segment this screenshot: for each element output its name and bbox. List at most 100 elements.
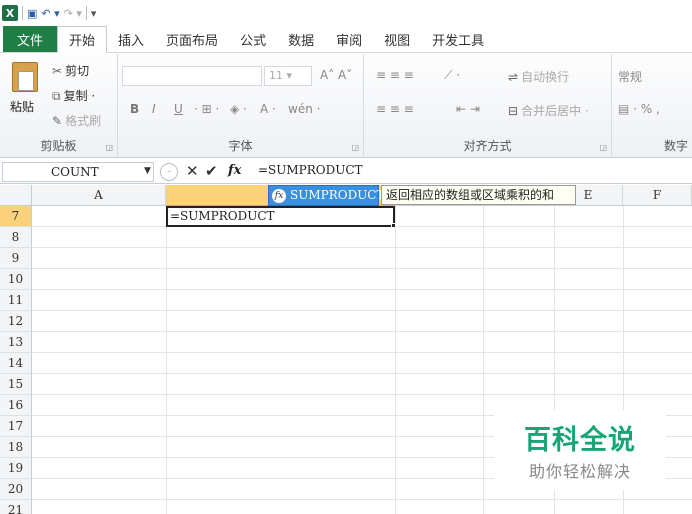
row-header[interactable]: 10 xyxy=(0,269,32,290)
tab-view[interactable]: 视图 xyxy=(373,26,421,52)
number-format-icons[interactable]: ▤ · % , xyxy=(618,102,660,116)
select-all-corner[interactable] xyxy=(0,185,32,206)
bold-button[interactable]: B xyxy=(130,102,139,116)
format-painter-button[interactable]: ✎ 格式刷 xyxy=(52,112,101,129)
wrap-text-icon: ⇌ xyxy=(508,70,519,84)
dialog-launcher-icon[interactable]: ◲ xyxy=(351,143,359,152)
brush-icon: ✎ xyxy=(52,114,63,128)
copy-label: 复制 · xyxy=(63,89,96,103)
row-gridline xyxy=(32,499,692,500)
quick-access-toolbar: X ▣ ↶ ▾ ↷ ▾ ▾ xyxy=(0,0,692,26)
indent-icons[interactable]: ⇤ ⇥ xyxy=(456,102,480,116)
row-header[interactable]: 18 xyxy=(0,437,32,458)
tab-formulas[interactable]: 公式 xyxy=(229,26,277,52)
number-group-label: 数字 xyxy=(663,139,688,153)
row-gridline xyxy=(32,394,692,395)
underline-button[interactable]: U xyxy=(174,102,183,116)
row-gridline xyxy=(32,352,692,353)
clipboard-group: 粘贴 ✂ 剪切 ⧉ 复制 · ✎ 格式刷 剪贴板 ◲ xyxy=(0,54,118,158)
cut-button[interactable]: ✂ 剪切 xyxy=(52,62,89,79)
row-header[interactable]: 21 xyxy=(0,500,32,514)
row-gridline xyxy=(32,268,692,269)
name-box-dropdown-icon[interactable]: ▼ xyxy=(144,166,151,176)
alignment-group-label: 对齐方式 xyxy=(463,139,512,153)
row-header[interactable]: 16 xyxy=(0,395,32,416)
font-group-label: 字体 xyxy=(228,139,253,153)
tab-data[interactable]: 数据 xyxy=(277,26,325,52)
merge-center-button[interactable]: ⊟ 合并后居中 · xyxy=(508,102,589,119)
font-color-icon[interactable]: A · xyxy=(260,102,276,116)
cancel-icon[interactable]: ✕ xyxy=(186,162,199,180)
formula-input[interactable]: =SUMPRODUCT xyxy=(258,163,363,177)
paste-button[interactable]: 粘贴 xyxy=(10,98,34,115)
copy-icon: ⧉ xyxy=(52,89,61,103)
row-header[interactable]: 11 xyxy=(0,290,32,311)
clipboard-group-label: 剪贴板 xyxy=(40,139,77,153)
vertical-align-icons[interactable]: ≡ ≡ ≡ xyxy=(376,68,414,82)
merge-center-label: 合并后居中 · xyxy=(521,104,589,118)
autocomplete-item[interactable]: fx SUMPRODUCT xyxy=(268,185,385,206)
customize-qat-icon[interactable]: ▾ xyxy=(91,7,97,20)
qat-divider xyxy=(22,6,23,20)
undo-icon[interactable]: ↶ ▾ xyxy=(41,7,59,20)
wrap-text-label: 自动换行 xyxy=(521,70,570,84)
row-header[interactable]: 17 xyxy=(0,416,32,437)
tab-file[interactable]: 文件 xyxy=(3,26,58,52)
tab-page-layout[interactable]: 页面布局 xyxy=(155,26,229,52)
border-icon[interactable]: · ⊞ · xyxy=(194,102,219,116)
font-size-combo[interactable]: 11 ▾ xyxy=(264,66,312,86)
column-header-f[interactable]: F xyxy=(623,185,692,206)
watermark: 百科全说 助你轻松解决 xyxy=(494,410,666,490)
enter-check-icon[interactable]: ✔ xyxy=(205,162,218,180)
insert-function-icon[interactable]: fx xyxy=(228,163,241,178)
save-icon[interactable]: ▣ xyxy=(27,7,37,20)
function-tooltip: 返回相应的数组或区域乘积的和 xyxy=(381,185,576,205)
name-box[interactable]: COUNT xyxy=(2,162,154,182)
copy-button[interactable]: ⧉ 复制 · xyxy=(52,87,95,104)
fill-handle[interactable] xyxy=(391,223,396,228)
paste-icon[interactable] xyxy=(12,62,38,92)
row-gridline xyxy=(32,247,692,248)
font-grow-shrink-icons[interactable]: A˄ A˅ xyxy=(320,68,352,82)
font-name-combo[interactable] xyxy=(122,66,262,86)
wrap-text-button[interactable]: ⇌ 自动换行 xyxy=(508,68,569,85)
excel-app-icon[interactable]: X xyxy=(2,5,18,21)
tab-developer[interactable]: 开发工具 xyxy=(421,26,495,52)
row-header[interactable]: 14 xyxy=(0,353,32,374)
row-header[interactable]: 9 xyxy=(0,248,32,269)
row-header[interactable]: 7 xyxy=(0,206,32,227)
alignment-group: ≡ ≡ ≡ ⟋ · ⇌ 自动换行 ≡ ≡ ≡ ⇤ ⇥ ⊟ 合并后居中 · 对齐方式 … xyxy=(364,54,612,158)
redo-icon[interactable]: ↷ ▾ xyxy=(64,7,82,20)
italic-button[interactable]: I xyxy=(152,102,156,116)
col-gridline xyxy=(166,206,167,514)
col-gridline xyxy=(483,206,484,514)
font-group: 11 ▾ A˄ A˅ B I U · ⊞ · ◈ · A · wén · 字体 … xyxy=(118,54,364,158)
number-format-combo[interactable]: 常规 xyxy=(618,68,642,85)
watermark-title: 百科全说 xyxy=(524,425,636,456)
formula-bar: COUNT ▼ – ✕ ✔ fx =SUMPRODUCT xyxy=(0,160,692,184)
ribbon-home: 粘贴 ✂ 剪切 ⧉ 复制 · ✎ 格式刷 剪贴板 ◲ 11 ▾ A˄ A˅ B I U… xyxy=(0,54,692,158)
dialog-launcher-icon[interactable]: ◲ xyxy=(599,143,607,152)
horizontal-align-icons[interactable]: ≡ ≡ ≡ xyxy=(376,102,414,116)
orientation-icon[interactable]: ⟋ · xyxy=(444,68,460,83)
row-header[interactable]: 20 xyxy=(0,479,32,500)
row-gridline xyxy=(32,310,692,311)
tab-review[interactable]: 审阅 xyxy=(325,26,373,52)
dialog-launcher-icon[interactable]: ◲ xyxy=(105,143,113,152)
row-header[interactable]: 19 xyxy=(0,458,32,479)
active-cell[interactable]: =SUMPRODUCT xyxy=(166,206,395,227)
qat-divider xyxy=(85,6,87,20)
phonetic-label: wén xyxy=(288,102,313,116)
row-header[interactable]: 8 xyxy=(0,227,32,248)
fill-color-icon[interactable]: ◈ · xyxy=(230,102,247,116)
row-header[interactable]: 13 xyxy=(0,332,32,353)
tab-home[interactable]: 开始 xyxy=(57,26,108,53)
row-header[interactable]: 12 xyxy=(0,311,32,332)
row-header[interactable]: 15 xyxy=(0,374,32,395)
phonetic-icon[interactable]: wén · xyxy=(288,102,320,116)
column-header-a[interactable]: A xyxy=(32,185,166,206)
formula-bar-expand-icon[interactable]: – xyxy=(160,163,178,181)
ribbon-tabs: 文件 开始 插入 页面布局 公式 数据 审阅 视图 开发工具 xyxy=(0,26,692,53)
cut-label: 剪切 xyxy=(65,64,90,78)
tab-insert[interactable]: 插入 xyxy=(107,26,155,52)
